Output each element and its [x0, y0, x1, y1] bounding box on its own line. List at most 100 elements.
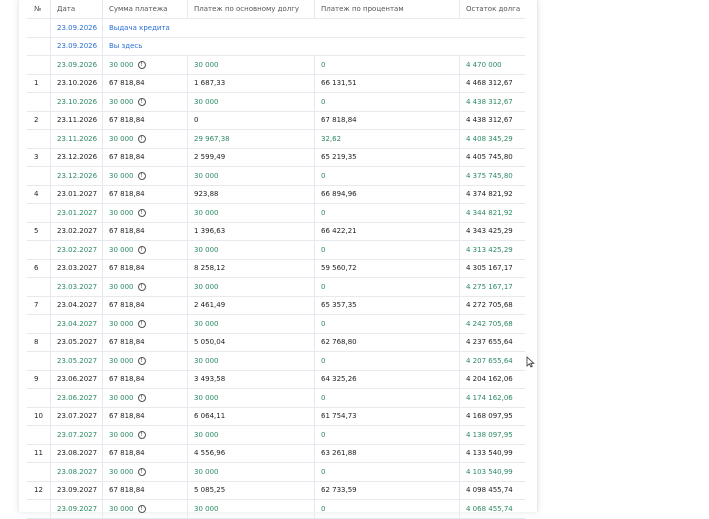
row-payment-amount: 30 000! [102, 389, 187, 407]
info-circle-icon[interactable]: ! [137, 60, 146, 69]
row-balance: 4 207 655,64 [459, 352, 525, 370]
row-interest: 0 [314, 93, 459, 111]
row-interest-text: 0 [321, 356, 326, 365]
row-number: 10 [27, 408, 50, 426]
info-circle-icon[interactable]: ! [137, 282, 146, 291]
row-principal: 6 064,11 [187, 407, 314, 425]
row-balance: 4 138 097,95 [459, 426, 525, 444]
row-balance-text: 4 438 312,67 [466, 116, 513, 125]
row-interest: 66 131,51 [314, 74, 459, 92]
row-interest-text: 66 894,96 [321, 190, 357, 199]
info-circle-icon[interactable]: ! [137, 208, 146, 217]
row-balance-text: 4 138 097,95 [466, 430, 513, 439]
row-date-text: 23.05.2027 [57, 356, 98, 365]
info-circle-icon[interactable]: ! [137, 356, 146, 365]
info-circle-icon[interactable]: ! [137, 430, 146, 439]
row-date-text: 23.04.2027 [57, 319, 98, 328]
row-principal: 923,88 [187, 185, 314, 203]
info-circle-icon[interactable]: ! [137, 393, 146, 402]
row-balance: 4 438 312,67 [459, 111, 525, 129]
row-payment-amount: 67 818,84 [102, 481, 187, 499]
row-number-text: 12 [34, 486, 43, 495]
row-balance-text: 4 344 821,92 [466, 208, 513, 217]
row-balance-text: 4 207 655,64 [466, 356, 513, 365]
row-principal-text: 5 085,25 [194, 486, 226, 495]
row-number-text: 4 [34, 190, 39, 199]
row-payment-amount-text: 30 000 [109, 356, 134, 365]
row-payment-amount: 67 818,84 [102, 407, 187, 425]
row-payment-amount-text: 30 000 [109, 282, 134, 291]
row-balance-text: 4 098 455,74 [466, 486, 513, 495]
row-number [27, 352, 50, 370]
table-row-additional-payment: 23.05.2027 30 000! 30 000 0 4 207 655,64 [27, 352, 525, 371]
row-principal: 2 461,49 [187, 296, 314, 314]
row-payment-amount: 67 818,84 [102, 148, 187, 166]
row-date-text: 23.08.2027 [57, 467, 98, 476]
info-circle-icon[interactable]: ! [137, 97, 146, 106]
row-date: 23.02.2027 [50, 222, 102, 240]
row-balance-text: 4 242 705,68 [466, 319, 513, 328]
row-payment-amount-text: 67 818,84 [109, 301, 145, 310]
row-date-text: 23.06.2027 [57, 393, 98, 402]
info-circle-icon[interactable]: ! [137, 134, 146, 143]
info-circle-icon[interactable]: ! [137, 245, 146, 254]
row-balance-text: 4 405 745,80 [466, 153, 513, 162]
row-date: 23.02.2027 [50, 241, 102, 259]
header-number: № [34, 5, 42, 13]
row-interest: 0 [314, 500, 459, 518]
row-balance: 4 374 821,92 [459, 185, 525, 203]
info-circle-icon[interactable]: ! [137, 171, 146, 180]
row-principal-text: 30 000 [194, 393, 219, 402]
row-interest: 0 [314, 241, 459, 259]
row-interest: 0 [314, 204, 459, 222]
row-payment-amount: 30 000! [102, 426, 187, 444]
table-row-additional-payment: 23.08.2027 30 000! 30 000 0 4 103 540,99 [27, 463, 525, 482]
row-balance: 4 344 821,92 [459, 204, 525, 222]
info-text: Вы здесь [102, 37, 525, 55]
row-interest: 32,62 [314, 130, 459, 148]
row-balance: 4 204 162,06 [459, 370, 525, 388]
row-interest-text: 66 422,21 [321, 227, 357, 236]
row-date: 23.05.2027 [50, 333, 102, 351]
row-payment-amount: 67 818,84 [102, 333, 187, 351]
row-number [27, 38, 50, 56]
row-principal-text: 30 000 [194, 319, 219, 328]
row-number [27, 56, 50, 74]
row-date: 23.06.2027 [50, 370, 102, 388]
row-interest: 0 [314, 426, 459, 444]
row-date-text: 23.11.2026 [57, 116, 98, 125]
row-date: 23.03.2027 [50, 278, 102, 296]
header-date: Дата [50, 0, 102, 18]
row-balance: 4 272 705,68 [459, 296, 525, 314]
row-balance: 4 305 167,17 [459, 259, 525, 277]
row-payment-amount-text: 67 818,84 [109, 116, 145, 125]
row-number: 3 [27, 149, 50, 167]
row-balance-text: 4 168 097,95 [466, 412, 513, 421]
row-number-text: 8 [34, 338, 39, 347]
row-interest-text: 0 [321, 319, 326, 328]
table-header-row: № Дата Сумма платежа Платеж по основному… [27, 0, 525, 19]
row-principal: 30 000 [187, 315, 314, 333]
row-date-text: 23.07.2027 [57, 430, 98, 439]
row-date: 23.08.2027 [50, 444, 102, 462]
row-number [27, 93, 50, 111]
row-balance: 4 098 455,74 [459, 481, 525, 499]
row-interest: 0 [314, 167, 459, 185]
row-date: 23.09.2026 [50, 19, 102, 37]
info-circle-icon[interactable]: ! [137, 319, 146, 328]
row-payment-amount-text: 30 000 [109, 467, 134, 476]
table-row: 10 23.07.2027 67 818,84 6 064,11 61 754,73 4 … [27, 407, 525, 426]
row-balance: 4 068 455,74 [459, 500, 525, 518]
row-balance-text: 4 133 540,99 [466, 449, 513, 458]
row-date-text: 23.02.2027 [57, 245, 98, 254]
row-interest-text: 64 325,26 [321, 375, 357, 384]
row-principal-text: 923,88 [194, 190, 219, 199]
info-circle-icon[interactable]: ! [137, 467, 146, 476]
row-principal-text: 5 050,04 [194, 338, 226, 347]
row-principal-text: 30 000 [194, 356, 219, 365]
row-number: 9 [27, 371, 50, 389]
row-number: 12 [27, 482, 50, 500]
row-balance-text: 4 275 167,17 [466, 282, 513, 291]
row-interest: 66 422,21 [314, 222, 459, 240]
row-interest-text: 0 [321, 467, 326, 476]
